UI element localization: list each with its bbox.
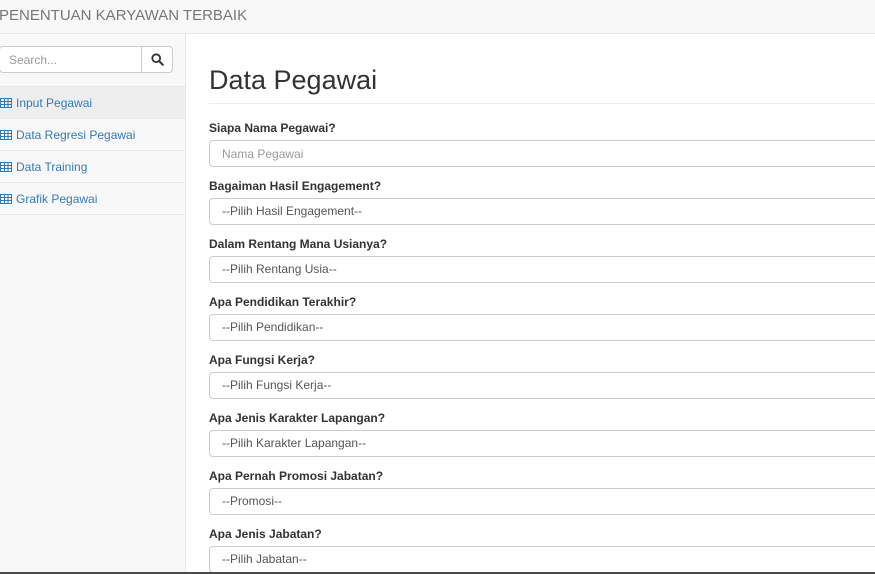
top-navbar: PENENTUAN KARYAWAN TERBAIK (0, 0, 875, 34)
engagement-label: Bagaiman Hasil Engagement? (209, 179, 382, 193)
rentang-usia-select[interactable]: --Pilih Rentang Usia-- (209, 256, 875, 283)
rentang-usia-label: Dalam Rentang Mana Usianya? (209, 237, 388, 251)
promosi-label: Apa Pernah Promosi Jabatan? (209, 469, 384, 483)
title-divider (209, 103, 875, 104)
sidebar-item-label: Data Regresi Pegawai (16, 128, 136, 142)
karakter-lapangan-select[interactable]: --Pilih Karakter Lapangan-- (209, 430, 875, 457)
sidebar-item-label: Grafik Pegawai (16, 192, 98, 206)
karakter-lapangan-label: Apa Jenis Karakter Lapangan? (209, 411, 386, 425)
navbar-brand[interactable]: PENENTUAN KARYAWAN TERBAIK (0, 7, 247, 24)
sidebar-item-input-pegawai[interactable]: Input Pegawai (0, 87, 185, 119)
sidebar-item-data-regresi-pegawai[interactable]: Data Regresi Pegawai (0, 119, 185, 151)
jabatan-select[interactable]: --Pilih Jabatan-- (209, 546, 875, 573)
table-icon (0, 162, 12, 172)
sidebar-item-grafik-pegawai[interactable]: Grafik Pegawai (0, 183, 185, 215)
promosi-select[interactable]: --Promosi-- (209, 488, 875, 515)
sidebar-item-label: Data Training (16, 160, 88, 174)
sidebar-item-label: Input Pegawai (16, 96, 93, 110)
table-icon (0, 130, 12, 140)
fungsi-kerja-label: Apa Fungsi Kerja? (209, 353, 316, 367)
table-icon (0, 194, 12, 204)
engagement-select[interactable]: --Pilih Hasil Engagement-- (209, 198, 875, 225)
search-button[interactable] (141, 46, 173, 73)
search-input[interactable] (0, 46, 142, 73)
pendidikan-select[interactable]: --Pilih Pendidikan-- (209, 314, 875, 341)
sidebar: Input Pegawai Data Regresi Pegawai Data … (0, 34, 186, 574)
sidebar-item-data-training[interactable]: Data Training (0, 151, 185, 183)
pendidikan-label: Apa Pendidikan Terakhir? (209, 295, 357, 309)
page-title: Data Pegawai (209, 65, 378, 95)
nama-pegawai-input[interactable] (209, 140, 875, 167)
table-icon (0, 98, 12, 108)
search-icon (151, 53, 164, 66)
fungsi-kerja-select[interactable]: --Pilih Fungsi Kerja-- (209, 372, 875, 399)
nama-pegawai-label: Siapa Nama Pegawai? (209, 121, 336, 135)
sidebar-search (0, 46, 173, 73)
jabatan-label: Apa Jenis Jabatan? (209, 527, 322, 541)
